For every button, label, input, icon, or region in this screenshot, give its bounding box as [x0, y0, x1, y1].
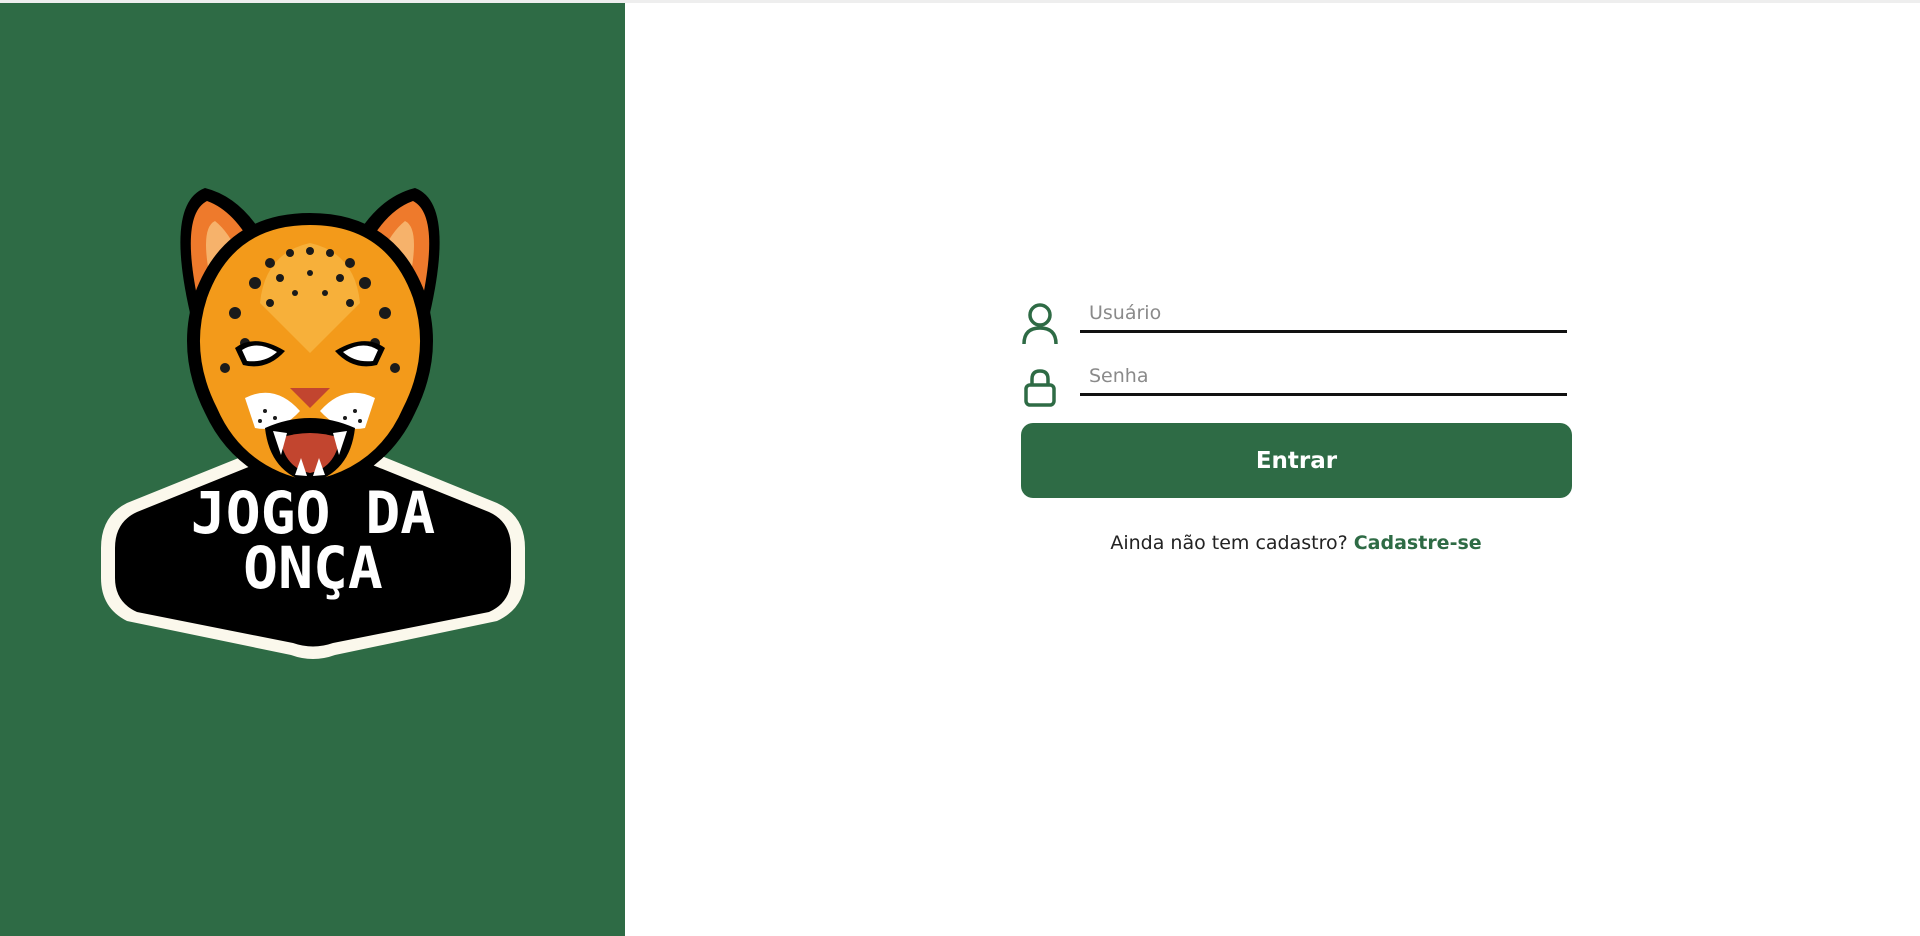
password-row — [1020, 358, 1572, 408]
brand-panel: JOGO DA ONÇA — [0, 3, 625, 936]
logo-title-line2: ONÇA — [243, 534, 383, 602]
username-row — [1020, 295, 1572, 345]
signup-prompt: Ainda não tem cadastro? — [1110, 532, 1348, 554]
username-input[interactable] — [1080, 295, 1567, 333]
jogo-da-onca-logo: JOGO DA ONÇA — [101, 188, 525, 659]
login-button[interactable]: Entrar — [1021, 423, 1572, 498]
password-input[interactable] — [1080, 358, 1567, 396]
login-form: Entrar Ainda não tem cadastro? Cadastre-… — [1020, 295, 1572, 554]
signup-link[interactable]: Cadastre-se — [1354, 532, 1482, 554]
user-icon — [1022, 303, 1058, 345]
lock-icon — [1024, 369, 1056, 407]
signup-row: Ainda não tem cadastro? Cadastre-se — [1020, 532, 1572, 554]
